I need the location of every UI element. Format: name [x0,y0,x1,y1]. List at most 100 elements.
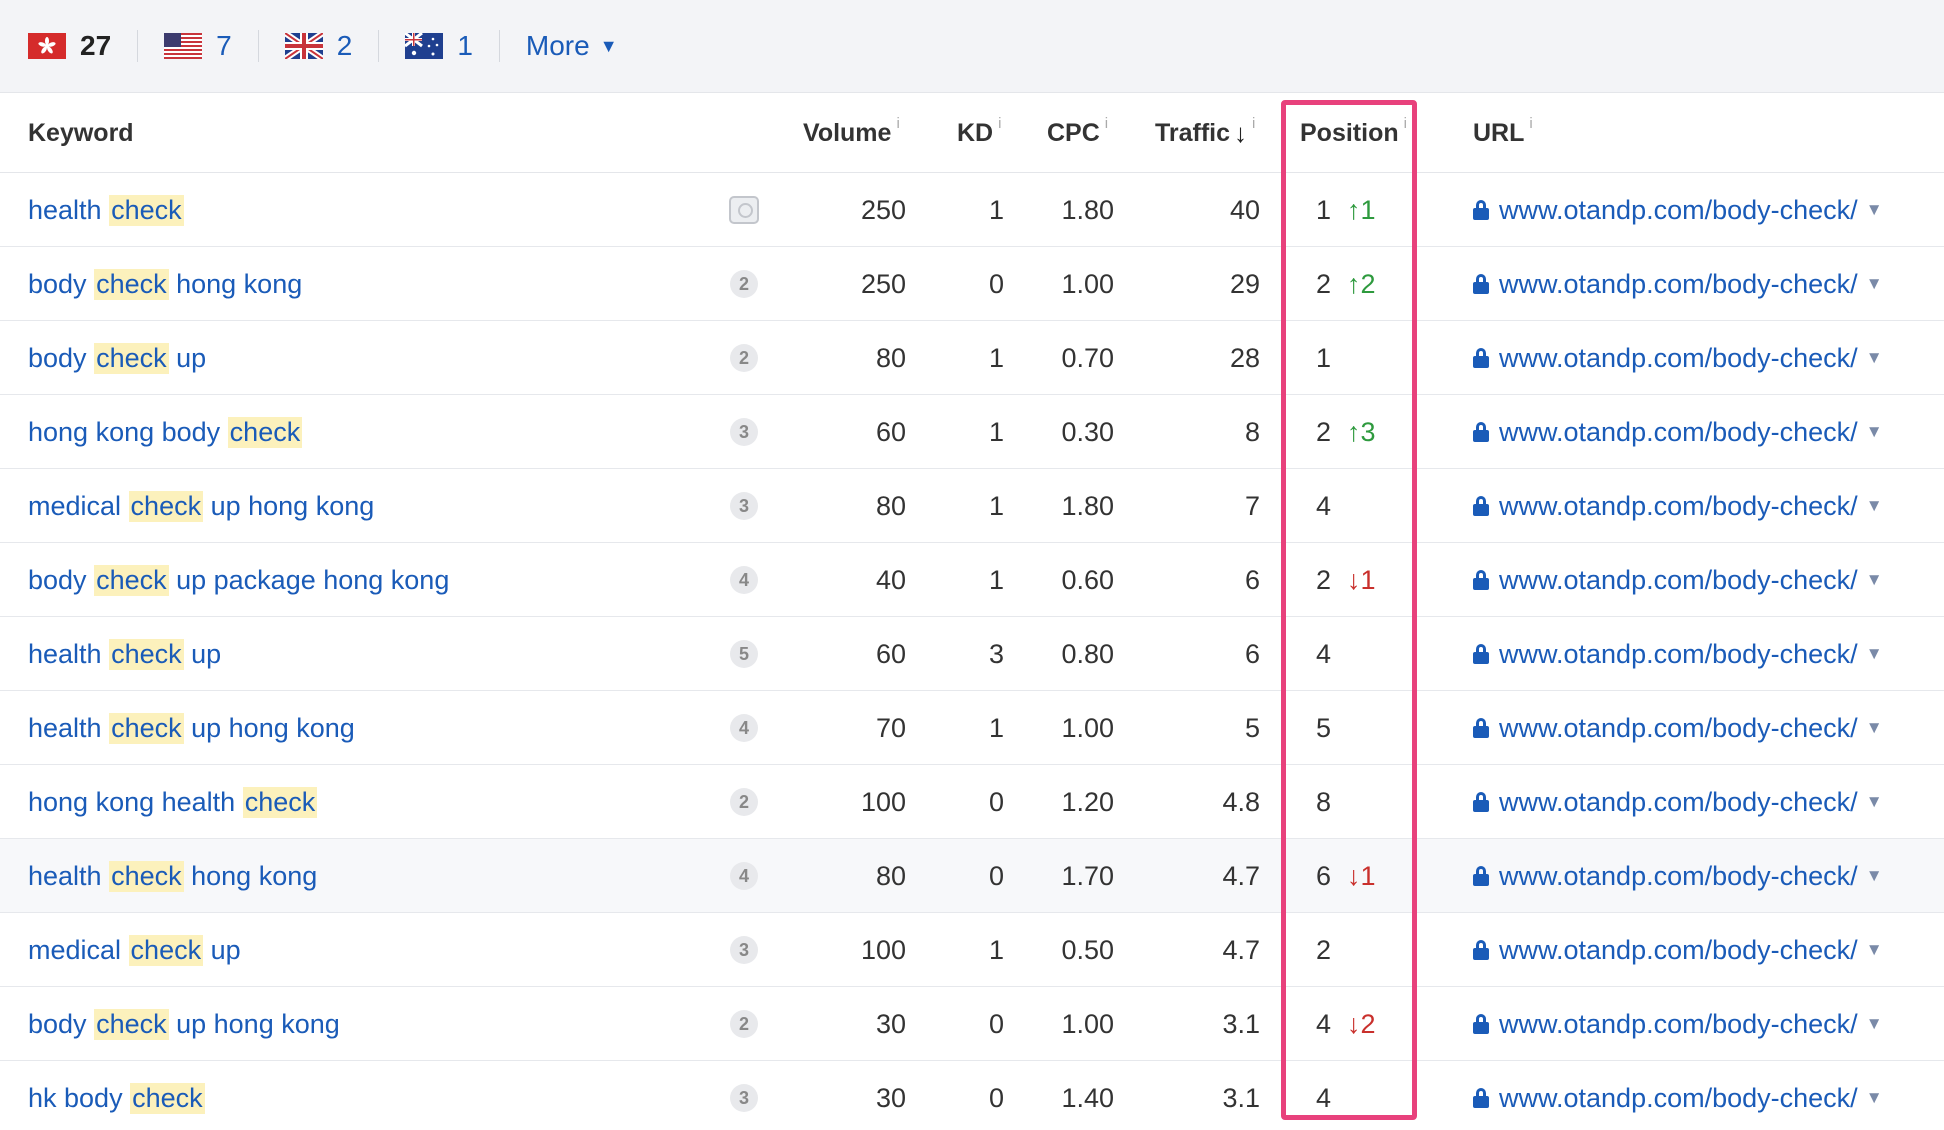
serp-features-badge[interactable]: 3 [730,936,758,964]
url-link[interactable]: www.otandp.com/body-check/ ▼ [1473,617,1883,691]
column-label: KD [957,119,994,147]
keyword-link[interactable]: health check up [28,617,221,691]
keywords-table: Keyword Volume i KD i CPC i Traffic ↓ i … [0,94,1944,1130]
url-dropdown-icon[interactable]: ▼ [1866,422,1883,442]
table-row[interactable]: hk body check 3 30 0 1.40 3.1 4 www.otan… [0,1061,1944,1130]
url-link[interactable]: www.otandp.com/body-check/ ▼ [1473,321,1883,395]
table-row[interactable]: health check 250 1 1.80 40 1 ↑ 1 www.otand… [0,173,1944,247]
url-link[interactable]: www.otandp.com/body-check/ ▼ [1473,839,1883,913]
table-row[interactable]: health check up 5 60 3 0.80 6 4 www.otan… [0,617,1944,691]
table-row[interactable]: medical check up hong kong 3 80 1 1.80 7… [0,469,1944,543]
table-row[interactable]: hong kong body check 3 60 1 0.30 8 2 ↑ 3 w… [0,395,1944,469]
keyword-link[interactable]: health check up hong kong [28,691,355,765]
serp-features-badge[interactable]: 3 [730,1084,758,1112]
url-link[interactable]: www.otandp.com/body-check/ ▼ [1473,247,1883,321]
serp-image-icon[interactable] [729,196,759,224]
keyword-link[interactable]: medical check up hong kong [28,469,374,543]
info-icon[interactable]: i [1404,115,1407,132]
position-change-up: ↑ 3 [1347,417,1376,448]
info-icon[interactable]: i [896,115,899,132]
column-cpc[interactable]: CPC i [1047,94,1108,173]
keyword-link[interactable]: health check hong kong [28,839,317,913]
url-link[interactable]: www.otandp.com/body-check/ ▼ [1473,543,1883,617]
table-row[interactable]: body check up package hong kong 4 40 1 0… [0,543,1944,617]
serp-features-badge[interactable]: 2 [730,270,758,298]
serp-features-badge[interactable]: 2 [730,1010,758,1038]
serp-features-badge[interactable]: 4 [730,566,758,594]
volume-value: 70 [875,712,906,743]
more-label: More [525,30,590,61]
info-icon[interactable]: i [1252,115,1255,132]
table-row[interactable]: health check hong kong 4 80 0 1.70 4.7 6… [0,839,1944,913]
url-dropdown-icon[interactable]: ▼ [1866,570,1883,590]
country-hk[interactable]: 27 [28,26,111,66]
url-link[interactable]: www.otandp.com/body-check/ ▼ [1473,913,1883,987]
keyword-link[interactable]: medical check up [28,913,241,987]
keyword-text: health [28,860,110,891]
serp-features-badge[interactable]: 2 [730,788,758,816]
url-dropdown-icon[interactable]: ▼ [1866,644,1883,664]
url-link[interactable]: www.otandp.com/body-check/ ▼ [1473,765,1883,839]
url-dropdown-icon[interactable]: ▼ [1866,792,1883,812]
more-countries-button[interactable]: More ▼ [526,30,618,62]
url-dropdown-icon[interactable]: ▼ [1866,496,1883,516]
cpc-value: 0.70 [1061,342,1114,373]
serp-features-badge[interactable]: 3 [730,492,758,520]
serp-features-badge[interactable]: 4 [730,862,758,890]
url-dropdown-icon[interactable]: ▼ [1866,348,1883,368]
keyword-highlight: check [242,786,318,818]
keyword-link[interactable]: body check hong kong [28,247,302,321]
table-row[interactable]: medical check up 3 100 1 0.50 4.7 2 www.… [0,913,1944,987]
url-link[interactable]: www.otandp.com/body-check/ ▼ [1473,469,1883,543]
url-link[interactable]: www.otandp.com/body-check/ ▼ [1473,691,1883,765]
info-icon[interactable]: i [1529,115,1532,132]
url-dropdown-icon[interactable]: ▼ [1866,940,1883,960]
serp-features-badge[interactable]: 3 [730,418,758,446]
keyword-link[interactable]: body check up hong kong [28,987,340,1061]
info-icon[interactable]: i [1105,115,1108,132]
column-position[interactable]: Position i [1300,94,1407,173]
serp-features-badge[interactable]: 4 [730,714,758,742]
position-value: 2 [1316,416,1332,447]
position-value: 4 [1316,1008,1332,1039]
position-value: 4 [1316,638,1332,669]
info-icon[interactable]: i [998,115,1001,132]
country-us[interactable]: 7 [164,26,232,66]
serp-features-badge[interactable]: 5 [730,640,758,668]
url-dropdown-icon[interactable]: ▼ [1866,866,1883,886]
keyword-link[interactable]: hk body check [28,1061,205,1130]
kd-value: 0 [988,1008,1004,1039]
us-flag-icon [164,33,203,59]
url-dropdown-icon[interactable]: ▼ [1866,200,1883,220]
country-gb[interactable]: 2 [284,26,352,66]
keyword-link[interactable]: body check up package hong kong [28,543,449,617]
table-row[interactable]: hong kong health check 2 100 0 1.20 4.8 … [0,765,1944,839]
table-row[interactable]: health check up hong kong 4 70 1 1.00 5 … [0,691,1944,765]
url-dropdown-icon[interactable]: ▼ [1866,274,1883,294]
column-keyword[interactable]: Keyword [28,94,134,173]
keyword-highlight: check [128,490,204,522]
keyword-link[interactable]: body check up [28,321,206,395]
url-dropdown-icon[interactable]: ▼ [1866,1014,1883,1034]
cpc-value: 1.40 [1061,1082,1114,1113]
keyword-text: body [28,1008,95,1039]
table-row[interactable]: body check up 2 80 1 0.70 28 1 www.otand… [0,321,1944,395]
keyword-link[interactable]: hong kong body check [28,395,303,469]
url-link[interactable]: www.otandp.com/body-check/ ▼ [1473,173,1883,247]
url-link[interactable]: www.otandp.com/body-check/ ▼ [1473,987,1883,1061]
url-link[interactable]: www.otandp.com/body-check/ ▼ [1473,395,1883,469]
table-row[interactable]: body check hong kong 2 250 0 1.00 29 2 ↑ 2… [0,247,1944,321]
column-traffic[interactable]: Traffic ↓ i [1155,94,1255,173]
keyword-link[interactable]: hong kong health check [28,765,318,839]
keyword-link[interactable]: health check [28,173,184,247]
url-dropdown-icon[interactable]: ▼ [1866,718,1883,738]
country-au[interactable]: 1 [405,26,473,66]
arrow-up-icon: ↑ [1347,416,1361,447]
serp-features-badge[interactable]: 2 [730,344,758,372]
url-link[interactable]: www.otandp.com/body-check/ ▼ [1473,1061,1883,1130]
column-url[interactable]: URL i [1473,94,1533,173]
url-dropdown-icon[interactable]: ▼ [1866,1088,1883,1108]
column-volume[interactable]: Volume i [803,94,900,173]
column-kd[interactable]: KD i [957,94,1001,173]
table-row[interactable]: body check up hong kong 2 30 0 1.00 3.1 … [0,987,1944,1061]
